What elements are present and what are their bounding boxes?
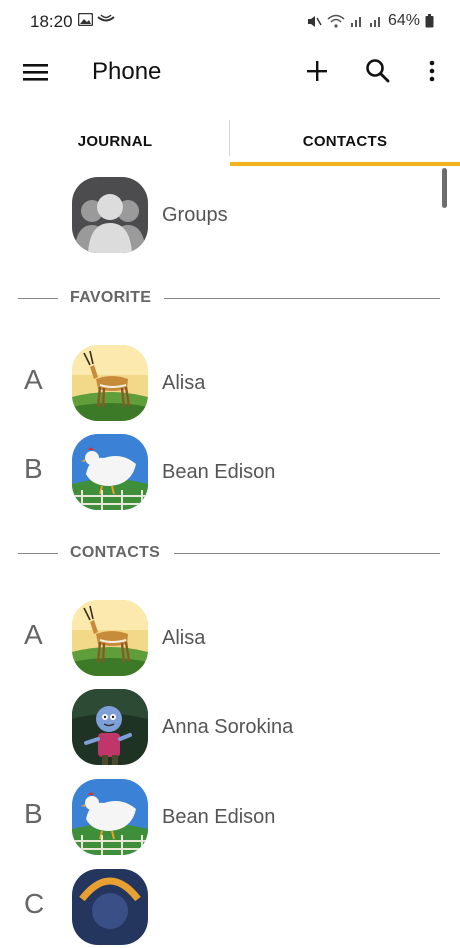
gazelle-avatar [72,600,148,676]
favorite-contact-bean-edison[interactable]: B Bean Edison [0,431,460,513]
contact-name: Alisa [162,372,206,394]
status-time: 18:20 [30,12,73,31]
tab-journal[interactable]: JOURNAL [0,116,230,166]
index-letter: C [24,888,45,919]
groups-avatar [72,177,148,253]
contacts-section-label: CONTACTS [70,544,161,561]
contact-anna-sorokina[interactable]: Anna Sorokina [0,686,460,768]
app-bar: Phone [0,44,460,100]
zombie-avatar [72,689,148,765]
mute-icon [307,14,322,29]
status-bar: 18:20 64% [0,0,460,44]
signal-icon-2 [369,14,383,28]
groups-item[interactable]: Groups [0,174,460,256]
wifi-icon [327,14,345,28]
contacts-section-header: CONTACTS [0,542,460,566]
contact-alisa[interactable]: A Alisa [0,597,460,679]
add-contact-icon[interactable] [304,58,330,84]
index-letter: B [24,798,43,829]
favorite-section-header: FAVORITE [0,287,460,311]
favorite-contact-alisa[interactable]: A Alisa [0,342,460,424]
chicken-avatar [72,434,148,510]
contact-bean-edison[interactable]: B Bean Edison [0,776,460,858]
index-letter: A [24,364,43,395]
menu-icon[interactable] [22,58,50,86]
page-title: Phone [92,58,162,85]
contact-name: Alisa [162,627,206,649]
favorite-section-label: FAVORITE [70,289,152,306]
contact-name: Bean Edison [162,461,276,483]
app-notification-icon [97,13,115,31]
partial-avatar [72,869,148,945]
more-options-icon[interactable] [420,57,444,85]
tab-contacts[interactable]: CONTACTS [230,116,460,166]
index-letter: A [24,619,43,650]
gazelle-avatar [72,345,148,421]
contact-name: Anna Sorokina [162,716,294,738]
gallery-notification-icon [77,12,94,31]
contact-partial-c[interactable]: C [0,866,460,948]
tab-selected-indicator [230,162,460,166]
contact-name: Bean Edison [162,806,276,828]
signal-icon [350,14,364,28]
tab-bar: JOURNAL CONTACTS [0,116,460,168]
index-letter: B [24,453,43,484]
search-icon[interactable] [364,57,392,85]
battery-percent: 64% [387,12,420,29]
battery-icon [425,14,434,28]
chicken-avatar [72,779,148,855]
groups-label: Groups [162,204,228,226]
